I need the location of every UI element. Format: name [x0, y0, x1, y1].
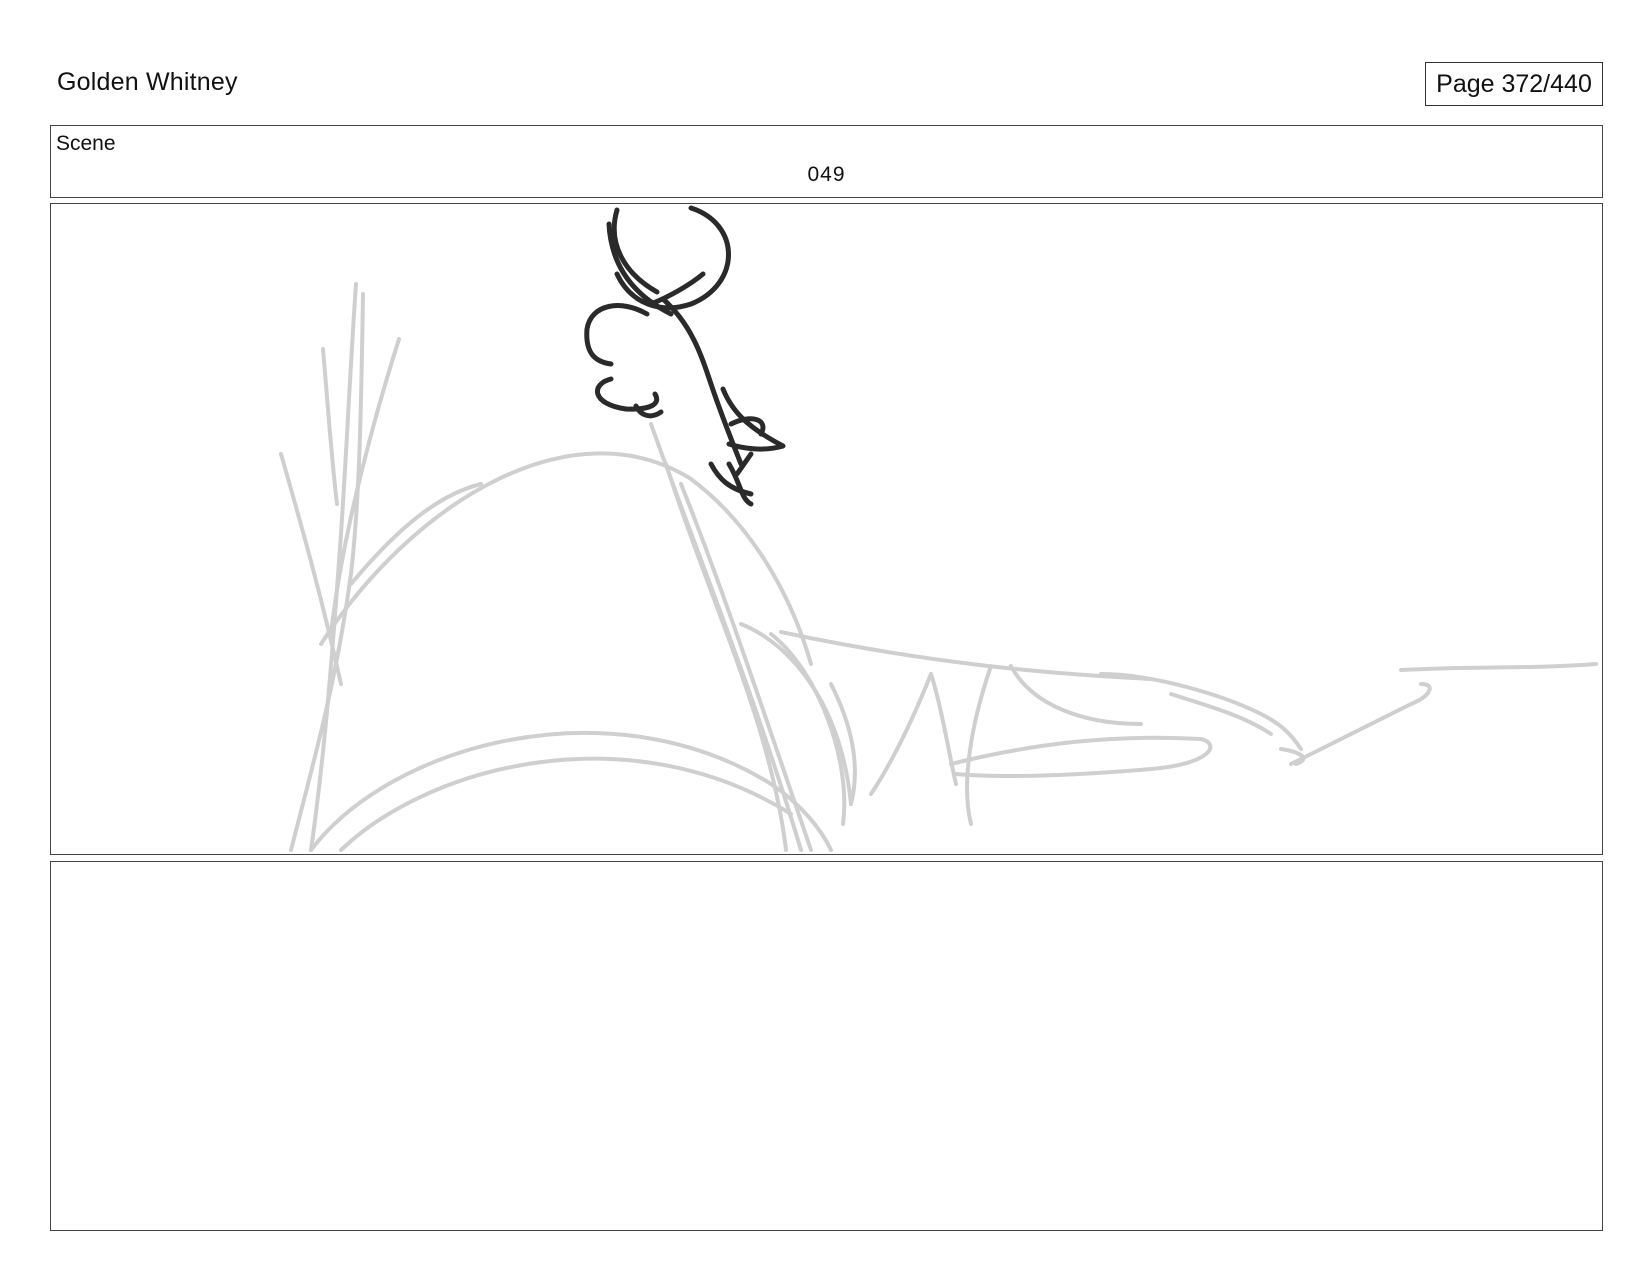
ink-sketch-layer: [584, 205, 786, 507]
scene-number: 049: [807, 163, 846, 186]
scene-label: Scene: [56, 132, 116, 155]
page-number-badge: Page 372/440: [1425, 62, 1603, 106]
panel-sketch: [279, 205, 1598, 852]
storyboard-panel: [50, 203, 1603, 855]
rough-sketch-layer: [279, 282, 1598, 852]
panel-notes-box: [50, 861, 1603, 1231]
project-title: Golden Whitney: [57, 68, 238, 96]
scene-header-box: Scene 049: [50, 125, 1603, 198]
